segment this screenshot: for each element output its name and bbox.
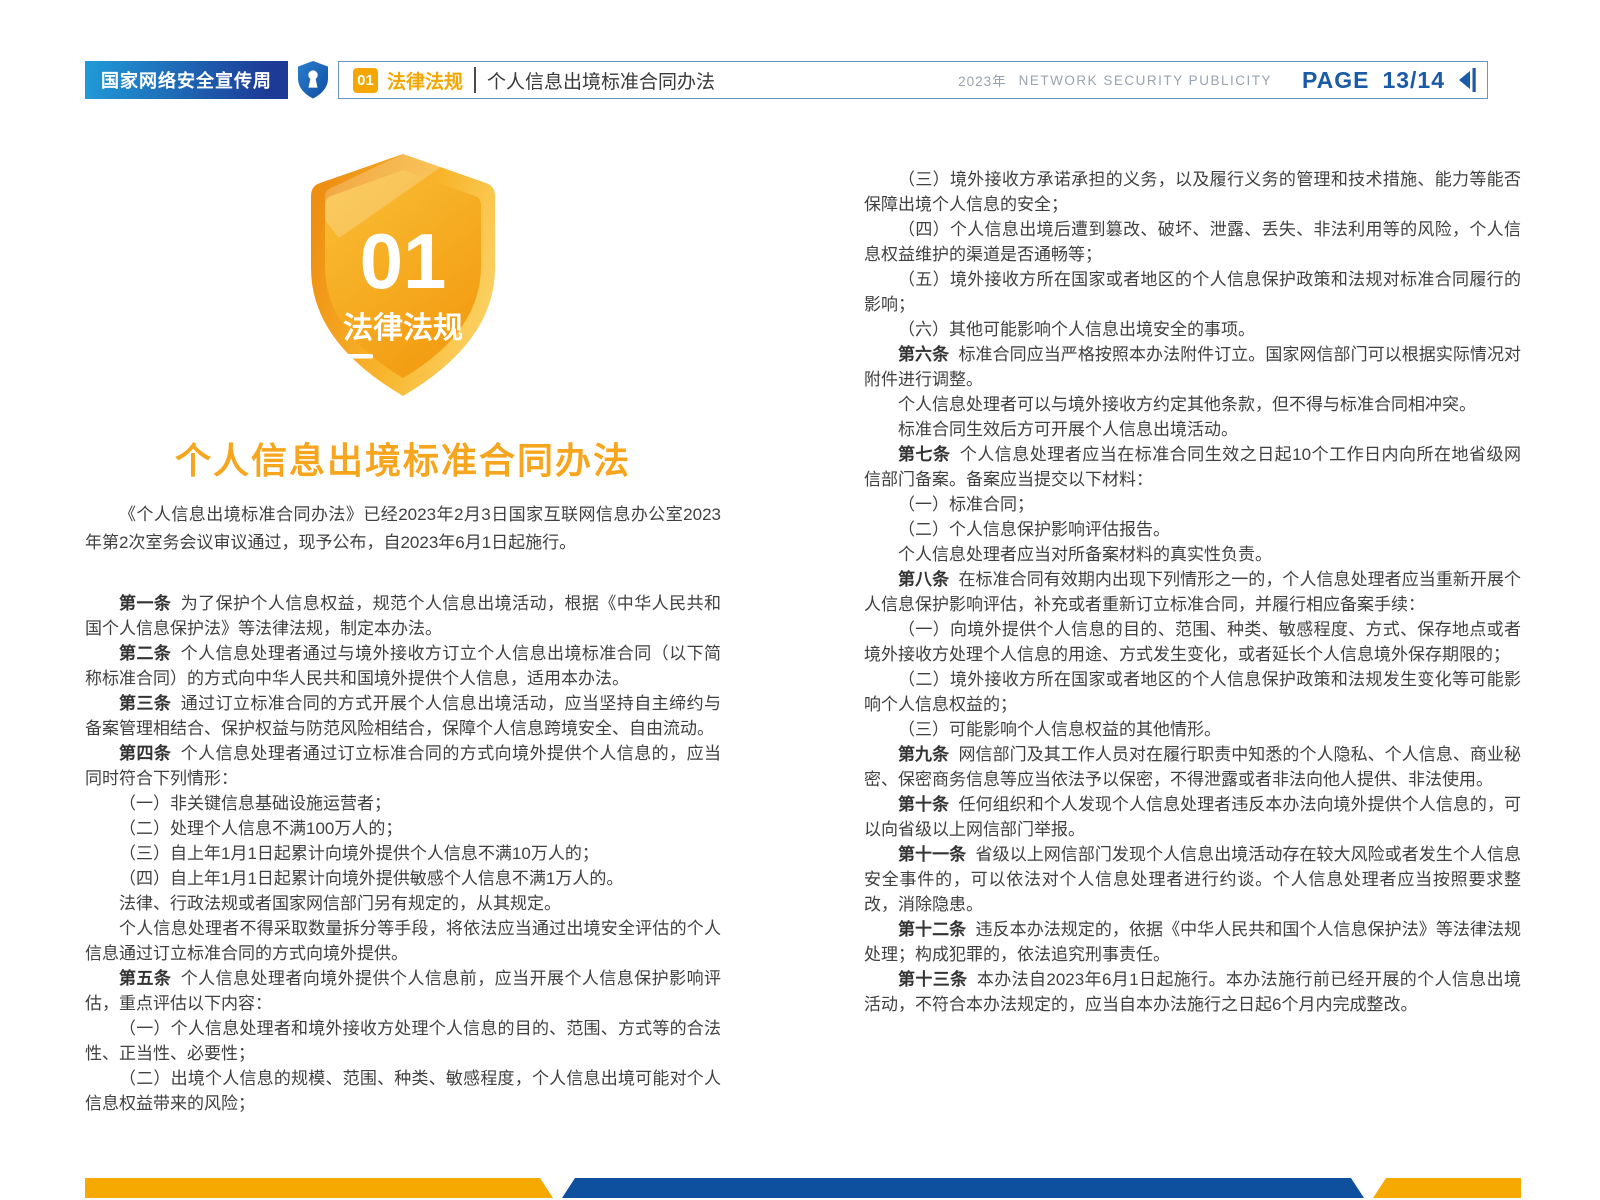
article-paragraph: 第三条通过订立标准合同的方式开展个人信息出境活动，应当坚持自主缔约与备案管理相结… — [85, 691, 721, 741]
title-divider — [474, 67, 476, 93]
paragraph: （四）自上年1月1日起累计向境外提供敏感个人信息不满1万人的。 — [85, 866, 721, 891]
header-title-box: 01 法律法规 个人信息出境标准合同办法 2023年 NETWORK SECUR… — [338, 61, 1488, 99]
article-label: 第四条 — [119, 744, 171, 763]
article-label: 第十三条 — [898, 970, 968, 989]
footer-orange-segment-left — [85, 1178, 553, 1198]
right-column-paragraphs: （三）境外接收方承诺承担的义务，以及履行义务的管理和技术措施、能力等能否保障出境… — [864, 167, 1521, 1017]
footer-orange-segment-right — [1373, 1178, 1521, 1198]
brand-banner: 国家网络安全宣传周 — [85, 61, 288, 99]
article-label: 第十条 — [898, 795, 949, 814]
paragraph: （一）个人信息处理者和境外接收方处理个人信息的目的、范围、方式等的合法性、正当性… — [85, 1016, 721, 1066]
paragraph: 个人信息处理者可以与境外接收方约定其他条款，但不得与标准合同相冲突。 — [864, 392, 1521, 417]
paragraph: （四）个人信息出境后遭到篡改、破坏、泄露、丢失、非法利用等的风险，个人信息权益维… — [864, 217, 1521, 267]
article-label: 第六条 — [898, 345, 949, 364]
article-paragraph: 第十三条本办法自2023年6月1日起施行。本办法施行前已经开展的个人信息出境活动… — [864, 967, 1521, 1017]
article-paragraph: 第六条标准合同应当严格按照本办法附件订立。国家网信部门可以根据实际情况对附件进行… — [864, 342, 1521, 392]
document-title: 个人信息出境标准合同办法 — [487, 67, 715, 94]
paragraph: 标准合同生效后方可开展个人信息出境活动。 — [864, 417, 1521, 442]
paragraph: （二）个人信息保护影响评估报告。 — [864, 517, 1521, 542]
paragraph: （五）境外接收方所在国家或者地区的个人信息保护政策和法规对标准合同履行的影响； — [864, 267, 1521, 317]
paragraph: （一）标准合同； — [864, 492, 1521, 517]
page-header: 国家网络安全宣传周 01 法律法规 个人信息出境标准合同办法 2023年 NET… — [85, 60, 1488, 100]
paragraph: （二）出境个人信息的规模、范围、种类、敏感程度，个人信息出境可能对个人信息权益带… — [85, 1066, 721, 1116]
article-label: 第五条 — [119, 969, 171, 988]
article-label: 第七条 — [898, 445, 950, 464]
header-right: 2023年 NETWORK SECURITY PUBLICITY PAGE 13… — [958, 67, 1477, 94]
article-label: 第十一条 — [898, 845, 966, 864]
page-number: 13/14 — [1382, 67, 1445, 94]
badge-label: 法律法规 — [343, 312, 463, 345]
paragraph: （二）境外接收方所在国家或者地区的个人信息保护政策和法规发生变化等可能影响个人信… — [864, 667, 1521, 717]
chapter-shield-badge-icon: 01 法律法规 — [303, 150, 503, 400]
paragraph: （一）非关键信息基础设施运营者； — [85, 791, 721, 816]
article-label: 第一条 — [119, 594, 171, 613]
paragraph: （一）向境外提供个人信息的目的、范围、种类、敏感程度、方式、保存地点或者境外接收… — [864, 617, 1521, 667]
article-label: 第八条 — [898, 570, 949, 589]
article-label: 第二条 — [119, 644, 171, 663]
intro-paragraph: 《个人信息出境标准合同办法》已经2023年2月3日国家互联网信息办公室2023年… — [85, 501, 721, 557]
article-paragraph: 第一条为了保护个人信息权益，规范个人信息出境活动，根据《中华人民共和国个人信息保… — [85, 591, 721, 641]
article-paragraph: 第九条网信部门及其工作人员对在履行职责中知悉的个人隐私、个人信息、商业秘密、保密… — [864, 742, 1521, 792]
footer-blue-segment — [562, 1178, 1364, 1198]
article-paragraph: 第八条在标准合同有效期内出现下列情形之一的，个人信息处理者应当重新开展个人信息保… — [864, 567, 1521, 617]
article-paragraph: 第十一条省级以上网信部门发现个人信息出境活动存在较大风险或者发生个人信息安全事件… — [864, 842, 1521, 917]
article-paragraph: 第十条任何组织和个人发现个人信息处理者违反本办法向境外提供个人信息的，可以向省级… — [864, 792, 1521, 842]
paragraph: 法律、行政法规或者国家网信部门另有规定的，从其规定。 — [85, 891, 721, 916]
paragraph: （六）其他可能影响个人信息出境安全的事项。 — [864, 317, 1521, 342]
paragraph: （三）自上年1月1日起累计向境外提供个人信息不满10万人的； — [85, 841, 721, 866]
page: 国家网络安全宣传周 01 法律法规 个人信息出境标准合同办法 2023年 NET… — [0, 0, 1600, 1200]
paragraph: 个人信息处理者应当对所备案材料的真实性负责。 — [864, 542, 1521, 567]
brand-title: 国家网络安全宣传周 — [101, 67, 272, 93]
article-paragraph: 第五条个人信息处理者向境外提供个人信息前，应当开展个人信息保护影响评估，重点评估… — [85, 966, 721, 1016]
header-publicity-text: NETWORK SECURITY PUBLICITY — [1019, 73, 1272, 88]
paragraph: （三）境外接收方承诺承担的义务，以及履行义务的管理和技术措施、能力等能否保障出境… — [864, 167, 1521, 217]
right-column: （三）境外接收方承诺承担的义务，以及履行义务的管理和技术措施、能力等能否保障出境… — [864, 133, 1521, 1017]
chapter-number-badge: 01 — [353, 68, 378, 93]
article-label: 第三条 — [119, 694, 171, 713]
page-label: PAGE — [1302, 67, 1369, 94]
article-label: 第十二条 — [898, 920, 966, 939]
paragraph: （二）处理个人信息不满100万人的； — [85, 816, 721, 841]
footer-bar — [85, 1178, 1521, 1198]
paragraph: （三）可能影响个人信息权益的其他情形。 — [864, 717, 1521, 742]
paragraph: 个人信息处理者不得采取数量拆分等手段，将依法应当通过出境安全评估的个人信息通过订… — [85, 916, 721, 966]
security-shield-icon — [295, 59, 331, 101]
article-label: 第九条 — [898, 745, 949, 764]
header-year: 2023年 — [958, 70, 1007, 90]
article-paragraph: 第七条个人信息处理者应当在标准合同生效之日起10个工作日内向所在地省级网信部门备… — [864, 442, 1521, 492]
chapter-label: 法律法规 — [387, 67, 463, 94]
article-main-title: 个人信息出境标准合同办法 — [85, 438, 721, 485]
page-back-icon[interactable] — [1455, 67, 1477, 93]
article-paragraph: 第十二条违反本办法规定的，依据《中华人民共和国个人信息保护法》等法律法规处理；构… — [864, 917, 1521, 967]
left-column: 01 法律法规 个人信息出境标准合同办法 《个人信息出境标准合同办法》已经202… — [85, 112, 721, 1116]
left-column-paragraphs: 第一条为了保护个人信息权益，规范个人信息出境活动，根据《中华人民共和国个人信息保… — [85, 591, 721, 1116]
article-paragraph: 第二条个人信息处理者通过与境外接收方订立个人信息出境标准合同（以下简称标准合同）… — [85, 641, 721, 691]
badge-number: 01 — [360, 217, 447, 305]
article-paragraph: 第四条个人信息处理者通过订立标准合同的方式向境外提供个人信息的，应当同时符合下列… — [85, 741, 721, 791]
